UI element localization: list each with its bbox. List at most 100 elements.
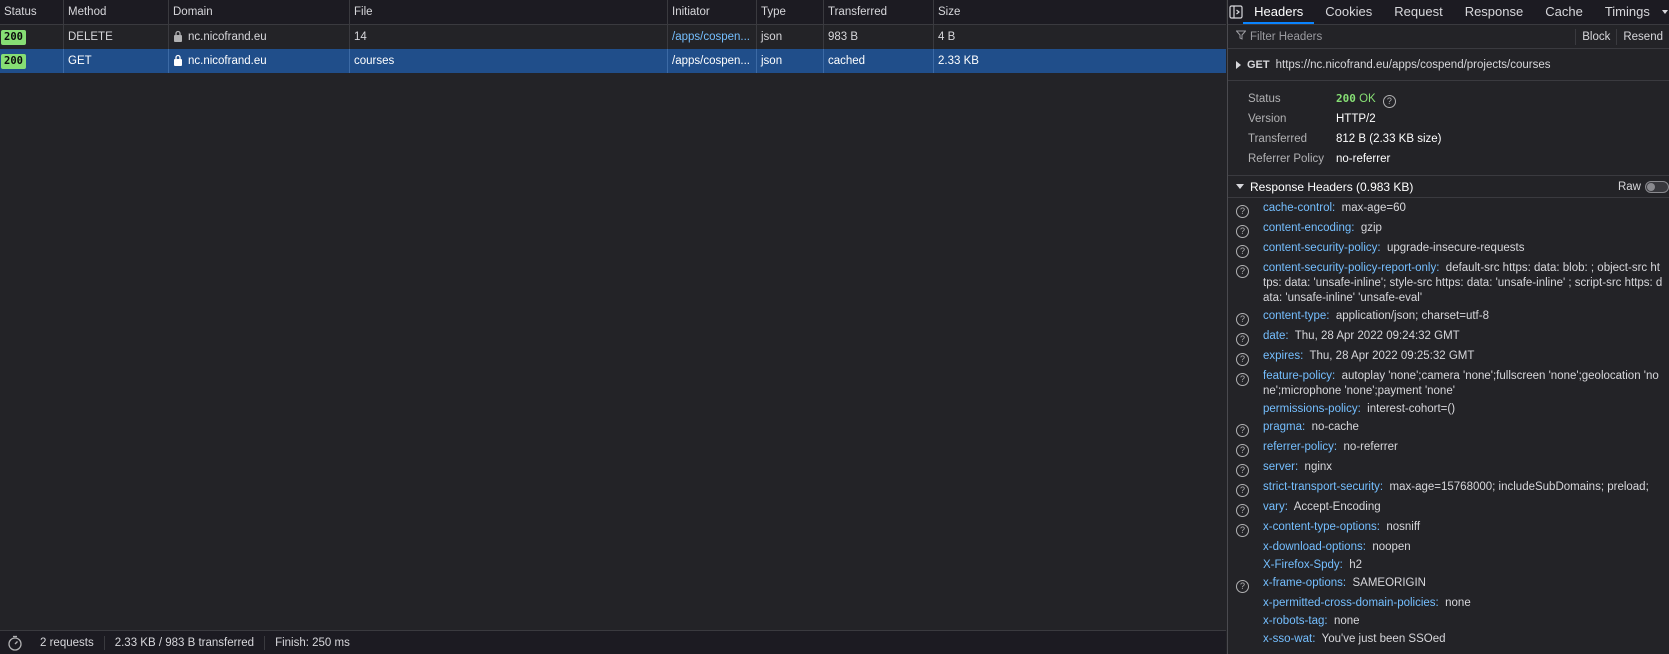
header-value: no-referrer <box>1343 440 1398 453</box>
expand-arrow-icon[interactable] <box>1236 60 1241 69</box>
header-name: content-security-policy-report-only: <box>1263 261 1440 274</box>
column-header-initiator[interactable]: Initiator <box>668 0 757 24</box>
column-header-status[interactable]: Status <box>0 0 64 24</box>
header-help-icon[interactable]: ? <box>1236 443 1249 457</box>
summary-status-code: 200 <box>1336 92 1356 105</box>
request-line-method: GET <box>1247 58 1270 71</box>
tab-cache[interactable]: Cache <box>1534 0 1594 24</box>
header-help-icon[interactable]: ? <box>1236 463 1249 477</box>
response-header-row[interactable]: x-download-options: noopen <box>1228 538 1669 556</box>
performance-timer-icon[interactable] <box>4 631 26 654</box>
resend-button[interactable]: Resend <box>1616 28 1669 45</box>
header-value: none <box>1445 596 1471 609</box>
header-name: x-robots-tag: <box>1263 614 1328 627</box>
header-name: permissions-policy: <box>1263 402 1361 415</box>
header-help-icon[interactable]: ? <box>1236 312 1249 326</box>
summary-transferred: 812 B (2.33 KB size) <box>1336 133 1442 145</box>
tabs-overflow-chevron-icon[interactable] <box>1661 0 1669 24</box>
response-header-row[interactable]: ? content-security-policy-report-only: de… <box>1228 259 1669 307</box>
response-header-row[interactable]: ? server: nginx <box>1228 458 1669 478</box>
response-header-row[interactable]: permissions-policy: interest-cohort=() <box>1228 400 1669 418</box>
header-name: expires: <box>1263 349 1304 362</box>
header-name: pragma: <box>1263 420 1306 433</box>
response-header-row[interactable]: X-Firefox-Spdy: h2 <box>1228 556 1669 574</box>
header-name: x-sso-wat: <box>1263 632 1316 645</box>
header-value: Thu, 28 Apr 2022 09:25:32 GMT <box>1309 349 1475 362</box>
response-headers-title: Response Headers (0.983 KB) <box>1250 179 1414 194</box>
tab-timings[interactable]: Timings <box>1594 0 1661 24</box>
response-header-row[interactable]: ? content-security-policy: upgrade-insecu… <box>1228 239 1669 259</box>
header-name: x-content-type-options: <box>1263 520 1380 533</box>
raw-toggle-switch[interactable] <box>1645 181 1669 193</box>
tab-response[interactable]: Response <box>1454 0 1535 24</box>
summary-referrer: no-referrer <box>1336 153 1391 165</box>
response-header-row[interactable]: ? expires: Thu, 28 Apr 2022 09:25:32 GMT <box>1228 347 1669 367</box>
response-header-row[interactable]: ? date: Thu, 28 Apr 2022 09:24:32 GMT <box>1228 327 1669 347</box>
header-help-icon[interactable]: ? <box>1236 264 1249 278</box>
block-button[interactable]: Block <box>1575 28 1616 45</box>
response-header-row[interactable]: ? strict-transport-security: max-age=1576… <box>1228 478 1669 498</box>
request-file: courses <box>350 49 668 73</box>
header-name: content-type: <box>1263 309 1330 322</box>
request-row-selected[interactable]: 200 GET nc.nicofrand.eu courses /apps/co… <box>0 49 1226 73</box>
response-header-row[interactable]: ? x-content-type-options: nosniff <box>1228 518 1669 538</box>
filter-headers-input[interactable] <box>1246 30 1576 43</box>
column-header-domain[interactable]: Domain <box>169 0 350 24</box>
header-help-icon[interactable]: ? <box>1236 244 1249 258</box>
status-help-icon[interactable]: ? <box>1382 95 1396 108</box>
response-header-row[interactable]: ? pragma: no-cache <box>1228 418 1669 438</box>
header-help-icon[interactable]: ? <box>1236 579 1249 593</box>
tab-headers[interactable]: Headers <box>1243 0 1315 24</box>
header-name: content-encoding: <box>1263 221 1355 234</box>
header-value: You've just been SSOed <box>1321 632 1446 645</box>
header-value: h2 <box>1349 558 1363 571</box>
header-value: max-age=60 <box>1341 201 1406 214</box>
details-tabbar: Headers Cookies Request Response Cache T… <box>1228 0 1669 25</box>
header-help-icon[interactable]: ? <box>1236 352 1249 366</box>
collapse-arrow-icon[interactable] <box>1236 184 1244 189</box>
header-value: application/json; charset=utf-8 <box>1335 309 1489 322</box>
header-help-icon[interactable]: ? <box>1236 423 1249 437</box>
request-list-panel: Status Method Domain File Initiator Type… <box>0 0 1226 654</box>
request-line-url: https://nc.nicofrand.eu/apps/cospend/pro… <box>1275 58 1551 71</box>
response-headers-section-header[interactable]: Response Headers (0.983 KB) Raw <box>1228 176 1669 198</box>
header-value: nginx <box>1304 460 1333 473</box>
tab-request[interactable]: Request <box>1383 0 1453 24</box>
header-value: max-age=15768000; includeSubDomains; pre… <box>1389 480 1649 493</box>
network-status-bar: 2 requests 2.33 KB / 983 B transferred F… <box>0 630 1226 654</box>
request-method: DELETE <box>64 25 169 49</box>
response-header-row[interactable]: ? feature-policy: autoplay 'none';camera … <box>1228 367 1669 400</box>
column-header-size[interactable]: Size <box>934 0 1226 24</box>
column-header-file[interactable]: File <box>350 0 668 24</box>
request-initiator-link[interactable]: /apps/cospen... <box>668 25 757 49</box>
column-header-method[interactable]: Method <box>64 0 169 24</box>
response-header-row[interactable]: x-sso-wat: You've just been SSOed <box>1228 630 1669 648</box>
response-header-row[interactable]: ? content-type: application/json; charset… <box>1228 307 1669 327</box>
request-url-line[interactable]: GET https://nc.nicofrand.eu/apps/cospend… <box>1228 49 1669 81</box>
request-initiator-link[interactable]: /apps/cospen... <box>668 49 757 73</box>
status-badge: 200 <box>1 30 26 45</box>
header-help-icon[interactable]: ? <box>1236 503 1249 517</box>
response-header-row[interactable]: ? vary: Accept-Encoding <box>1228 498 1669 518</box>
header-name: date: <box>1263 329 1289 342</box>
response-header-row[interactable]: ? x-frame-options: SAMEORIGIN <box>1228 574 1669 594</box>
column-header-transferred[interactable]: Transferred <box>824 0 934 24</box>
response-header-row[interactable]: x-permitted-cross-domain-policies: none <box>1228 594 1669 612</box>
header-help-icon[interactable]: ? <box>1236 332 1249 346</box>
column-header-type[interactable]: Type <box>757 0 824 24</box>
header-help-icon[interactable]: ? <box>1236 483 1249 497</box>
response-header-row[interactable]: ? cache-control: max-age=60 <box>1228 199 1669 219</box>
response-header-row[interactable]: ? content-encoding: gzip <box>1228 219 1669 239</box>
toggle-sidebar-icon[interactable] <box>1228 0 1243 24</box>
summary-transferred-label: Transferred <box>1248 133 1308 145</box>
header-help-icon[interactable]: ? <box>1236 523 1249 537</box>
header-help-icon[interactable]: ? <box>1236 204 1249 218</box>
header-value: Thu, 28 Apr 2022 09:24:32 GMT <box>1294 329 1460 342</box>
response-header-row[interactable]: ? referrer-policy: no-referrer <box>1228 438 1669 458</box>
tab-cookies[interactable]: Cookies <box>1314 0 1383 24</box>
header-help-icon[interactable]: ? <box>1236 224 1249 238</box>
summary-status-label: Status <box>1248 93 1281 105</box>
response-header-row[interactable]: x-robots-tag: none <box>1228 612 1669 630</box>
header-help-icon[interactable]: ? <box>1236 372 1249 386</box>
request-row[interactable]: 200 DELETE nc.nicofrand.eu 14 /apps/cosp… <box>0 25 1226 49</box>
